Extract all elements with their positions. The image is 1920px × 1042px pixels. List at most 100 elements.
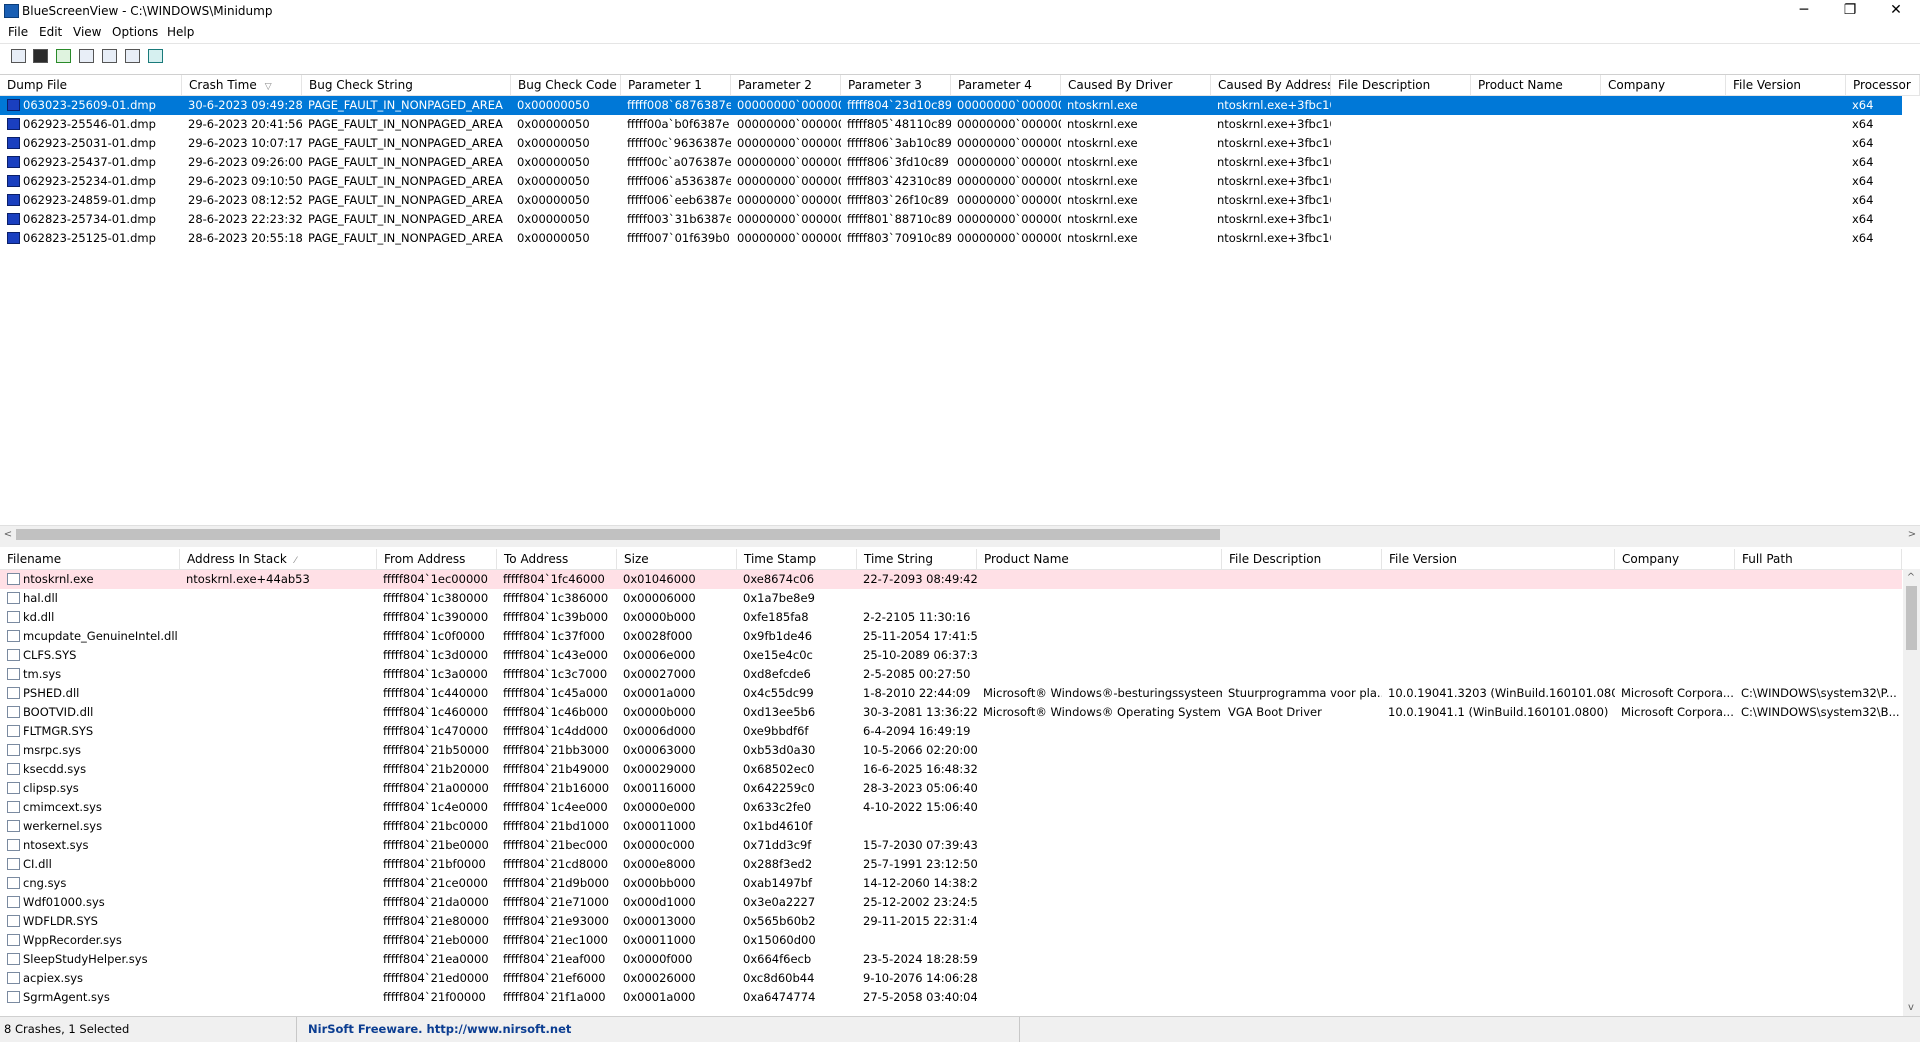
cell-to-address: fffff804`21bb3000 [497, 741, 617, 760]
scrollbar-thumb[interactable] [1906, 586, 1917, 650]
col-full-path[interactable]: Full Path [1735, 549, 1902, 569]
col-company[interactable]: Company [1601, 75, 1726, 95]
driver-row[interactable]: kd.dll fffff804`1c390000 fffff804`1c39b000… [0, 608, 1902, 627]
maximize-button[interactable]: ❐ [1827, 0, 1873, 22]
col-dump-file[interactable]: Dump File [0, 75, 182, 95]
scroll-left-icon[interactable]: < [0, 526, 16, 543]
menu-edit[interactable]: Edit [39, 25, 62, 39]
driver-row[interactable]: FLTMGR.SYS fffff804`1c470000 fffff804`1c4d… [0, 722, 1902, 741]
col-file-description[interactable]: File Description [1222, 549, 1382, 569]
col-parameter-3[interactable]: Parameter 3 [841, 75, 951, 95]
scroll-up-icon[interactable]: ^ [1903, 569, 1919, 586]
menu-view[interactable]: View [73, 25, 101, 39]
driver-row[interactable]: tm.sys fffff804`1c3a0000 fffff804`1c3c7000… [0, 665, 1902, 684]
col-parameter-4[interactable]: Parameter 4 [951, 75, 1061, 95]
col-bug-check-code[interactable]: Bug Check Code [511, 75, 621, 95]
driver-row[interactable]: mcupdate_GenuineIntel.dll fffff804`1c0f00… [0, 627, 1902, 646]
crash-row[interactable]: 062923-24859-01.dmp 29-6-2023 08:12:52 PAG… [0, 191, 1902, 210]
driver-row[interactable]: werkernel.sys fffff804`21bc0000 fffff804`2… [0, 817, 1902, 836]
crash-row[interactable]: 062923-25031-01.dmp 29-6-2023 10:07:17 PAG… [0, 134, 1902, 153]
exit-icon[interactable] [148, 49, 163, 63]
col-product-name[interactable]: Product Name [977, 549, 1222, 569]
driver-row[interactable]: cmimcext.sys fffff804`1c4e0000 fffff804`1c… [0, 798, 1902, 817]
col-crash-time[interactable]: Crash Time ▽ [182, 75, 302, 95]
menu-options[interactable]: Options [112, 25, 158, 39]
cell-text: fffff804`21a00000 [383, 781, 489, 795]
properties-icon[interactable] [11, 49, 26, 63]
close-button[interactable]: ✕ [1873, 0, 1919, 22]
col-time-stamp[interactable]: Time Stamp [737, 549, 857, 569]
html-report-icon[interactable] [102, 49, 117, 63]
crash-list-hscrollbar[interactable]: < > [0, 525, 1920, 543]
crash-row[interactable]: 062923-25437-01.dmp 29-6-2023 09:26:00 PAG… [0, 153, 1902, 172]
cell-address-in-stack [180, 893, 377, 912]
col-from-address[interactable]: From Address [377, 549, 497, 569]
driver-row[interactable]: WDFLDR.SYS fffff804`21e80000 fffff804`21e9… [0, 912, 1902, 931]
crash-row[interactable]: 062823-25125-01.dmp 28-6-2023 20:55:18 PAG… [0, 229, 1902, 248]
driver-row[interactable]: SleepStudyHelper.sys fffff804`21ea0000 fff… [0, 950, 1902, 969]
col-file-version[interactable]: File Version [1382, 549, 1615, 569]
driver-row[interactable]: cng.sys fffff804`21ce0000 fffff804`21d9b00… [0, 874, 1902, 893]
driver-row[interactable]: CI.dll fffff804`21bf0000 fffff804`21cd8000… [0, 855, 1902, 874]
scroll-down-icon[interactable]: v [1903, 999, 1919, 1016]
driver-row[interactable]: CLFS.SYS fffff804`1c3d0000 fffff804`1c43e0… [0, 646, 1902, 665]
col-file-version[interactable]: File Version [1726, 75, 1846, 95]
col-time-string[interactable]: Time String [857, 549, 977, 569]
cell-from-address: fffff804`1c380000 [377, 589, 497, 608]
nirsoft-link[interactable]: NirSoft Freeware. http://www.nirsoft.net [300, 1017, 1020, 1042]
driver-row[interactable]: msrpc.sys fffff804`21b50000 fffff804`21bb3… [0, 741, 1902, 760]
driver-row[interactable]: acpiex.sys fffff804`21ed0000 fffff804`21ef… [0, 969, 1902, 988]
cell-size: 0x00013000 [617, 912, 737, 931]
refresh-icon[interactable] [56, 49, 71, 63]
col-address-in-stack[interactable]: Address In Stack ⁄ [180, 549, 377, 569]
col-to-address[interactable]: To Address [497, 549, 617, 569]
driver-row[interactable]: SgrmAgent.sys fffff804`21f00000 fffff804`2… [0, 988, 1902, 1007]
cell-bug-check-code: 0x00000050 [511, 134, 621, 153]
driver-row[interactable]: ntoskrnl.exe ntoskrnl.exe+44ab53 fffff804`… [0, 570, 1902, 589]
menu-help[interactable]: Help [167, 25, 194, 39]
cell-text: fffff804`21bd1000 [503, 819, 610, 833]
save-icon[interactable] [33, 49, 48, 63]
cell-parameter-4: 00000000`000000... [951, 229, 1061, 248]
col-file-description[interactable]: File Description [1331, 75, 1471, 95]
col-processor[interactable]: Processor [1846, 75, 1920, 95]
cell-company [1615, 779, 1735, 798]
col-size[interactable]: Size [617, 549, 737, 569]
scroll-right-icon[interactable]: > [1904, 526, 1920, 543]
col-parameter-1[interactable]: Parameter 1 [621, 75, 731, 95]
col-product-name[interactable]: Product Name [1471, 75, 1601, 95]
copy-icon[interactable] [79, 49, 94, 63]
cell-text: fffff805`48110c89 [847, 117, 951, 131]
pane-splitter[interactable] [0, 543, 1920, 547]
cell-text: Microsoft® Windows® Operating System [983, 705, 1222, 719]
driver-row[interactable]: BOOTVID.dll fffff804`1c460000 fffff804`1c4… [0, 703, 1902, 722]
driver-row[interactable]: ntosext.sys fffff804`21be0000 fffff804`21b… [0, 836, 1902, 855]
col-bug-check-string[interactable]: Bug Check String [302, 75, 511, 95]
col-company[interactable]: Company [1615, 549, 1735, 569]
col-parameter-2[interactable]: Parameter 2 [731, 75, 841, 95]
driver-list-vscrollbar[interactable]: ^ v [1903, 569, 1920, 1016]
driver-file-icon [7, 649, 20, 661]
cell-text: 0x0000c000 [623, 838, 695, 852]
driver-row[interactable]: WppRecorder.sys fffff804`21eb0000 fffff804… [0, 931, 1902, 950]
driver-row[interactable]: Wdf01000.sys fffff804`21da0000 fffff804`21… [0, 893, 1902, 912]
crash-row[interactable]: 062923-25546-01.dmp 29-6-2023 20:41:56 PAG… [0, 115, 1902, 134]
menu-file[interactable]: File [8, 25, 28, 39]
col-caused-by-driver[interactable]: Caused By Driver [1061, 75, 1211, 95]
driver-row[interactable]: hal.dll fffff804`1c380000 fffff804`1c38600… [0, 589, 1902, 608]
cell-size: 0x000bb000 [617, 874, 737, 893]
crash-row[interactable]: 062823-25734-01.dmp 28-6-2023 22:23:32 PAG… [0, 210, 1902, 229]
find-icon[interactable] [125, 49, 140, 63]
driver-row[interactable]: ksecdd.sys fffff804`21b20000 fffff804`21b4… [0, 760, 1902, 779]
crash-row[interactable]: 062923-25234-01.dmp 29-6-2023 09:10:50 PAG… [0, 172, 1902, 191]
cell-address-in-stack [180, 817, 377, 836]
col-caused-by-address[interactable]: Caused By Address [1211, 75, 1331, 95]
minimize-button[interactable]: ─ [1781, 0, 1827, 22]
driver-row[interactable]: PSHED.dll fffff804`1c440000 fffff804`1c45a… [0, 684, 1902, 703]
crash-row[interactable]: 063023-25609-01.dmp 30-6-2023 09:49:28 PAG… [0, 96, 1902, 115]
scrollbar-thumb[interactable] [16, 529, 1220, 540]
driver-row[interactable]: clipsp.sys fffff804`21a00000 fffff804`21b1… [0, 779, 1902, 798]
col-filename[interactable]: Filename [0, 549, 180, 569]
cell-from-address: fffff804`21bf0000 [377, 855, 497, 874]
cell-text: x64 [1852, 155, 1874, 169]
